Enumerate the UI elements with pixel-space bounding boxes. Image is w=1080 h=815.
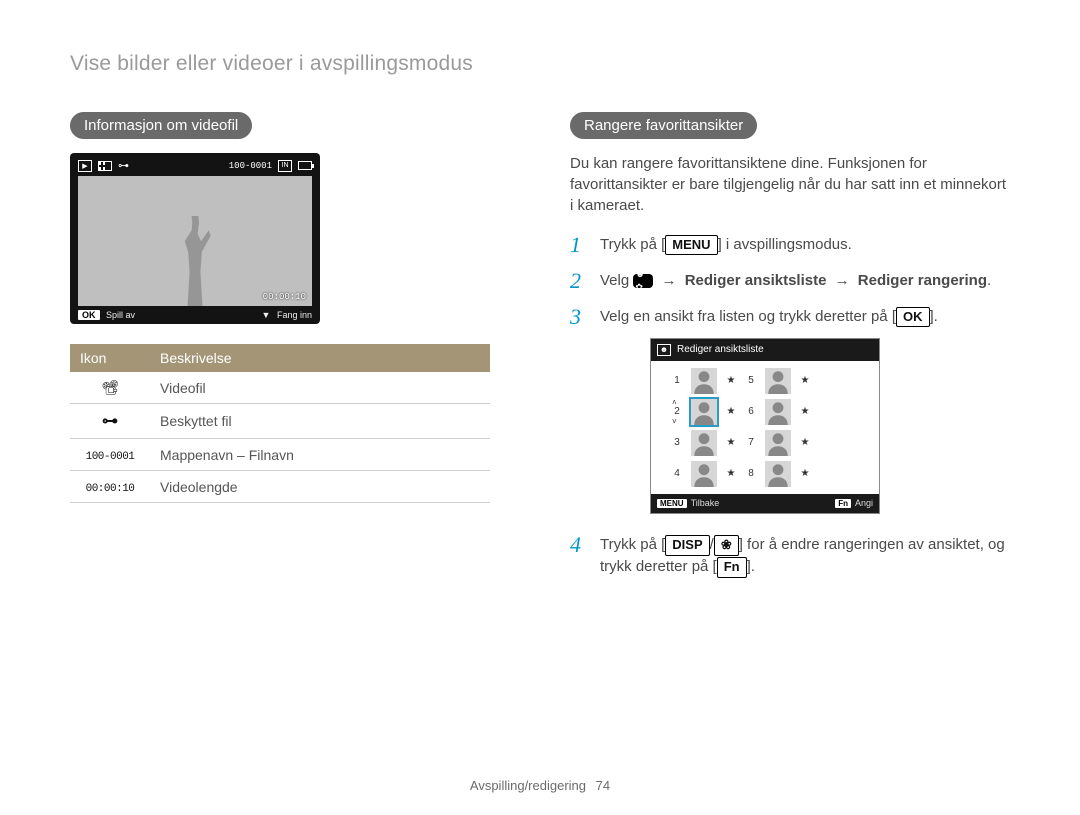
left-column: Informasjon om videofil ▶ 100-0001 IN 00… <box>70 112 510 592</box>
rank-number: 8 <box>743 467 759 482</box>
step1-pre: Trykk på [ <box>600 236 665 253</box>
table-row: 00:00:10Videolengde <box>70 471 490 503</box>
step4-pre: Trykk på [ <box>600 536 665 553</box>
face-thumbnail <box>765 461 791 487</box>
video-preview-area: 00:00:10 <box>78 176 312 306</box>
page-footer: Avspilling/redigering 74 <box>0 778 1080 793</box>
description-cell: Beskyttet fil <box>150 404 490 439</box>
ok-key-icon: OK <box>896 307 930 328</box>
col-header-icon: Ikon <box>70 344 150 372</box>
icon-cell <box>70 404 150 439</box>
step2-pre: Velg <box>600 272 633 289</box>
section-heading-video-info: Informasjon om videofil <box>70 112 252 139</box>
step-4: 4 Trykk på [DISP/❀] for å endre rangerin… <box>570 534 1010 578</box>
table-row: Beskyttet fil <box>70 404 490 439</box>
ok-key-label: OK <box>78 310 100 320</box>
step3-pre: Velg en ansikt fra listen og trykk deret… <box>600 308 896 325</box>
description-cell: Videofil <box>150 372 490 404</box>
set-label: Angi <box>855 498 873 508</box>
description-cell: Mappenavn – Filnavn <box>150 439 490 471</box>
face-thumbnail <box>765 368 791 394</box>
menu-path-edit-face-list: Rediger ansiktsliste <box>685 272 827 289</box>
step-number: 1 <box>570 234 590 256</box>
rank-number: 2 <box>669 405 685 420</box>
file-counter: 100-0001 <box>229 161 272 171</box>
intro-text: Du kan rangere favorittansiktene dine. F… <box>570 153 1010 216</box>
face-ranking-lcd: ☻ Rediger ansiktsliste 1★5★2★6★3★7★4★8★ … <box>650 338 880 515</box>
face-thumbnail <box>691 368 717 394</box>
video-lcd-mockup: ▶ 100-0001 IN 00:00:10 OK Spill av <box>70 153 320 324</box>
icon-cell: 100-0001 <box>70 439 150 471</box>
table-row: 100-0001Mappenavn – Filnavn <box>70 439 490 471</box>
step-3: 3 Velg en ansikt fra listen og trykk der… <box>570 306 1010 520</box>
rank-number: 5 <box>743 374 759 389</box>
footer-section: Avspilling/redigering <box>470 778 586 793</box>
step3-post: ]. <box>930 308 938 325</box>
face-thumbnail <box>691 430 717 456</box>
face-thumbnail <box>691 461 717 487</box>
video-timer: 00:00:10 <box>263 292 306 302</box>
macro-key-icon: ❀ <box>714 535 739 556</box>
face-thumbnail <box>765 430 791 456</box>
star-icon: ★ <box>725 374 737 389</box>
play-label: Spill av <box>106 310 135 320</box>
step4-post: ]. <box>747 558 755 575</box>
star-icon: ★ <box>725 467 737 482</box>
step-number: 3 <box>570 306 590 520</box>
star-icon: ★ <box>799 405 811 420</box>
star-icon: ★ <box>799 436 811 451</box>
video-file-icon <box>98 161 112 171</box>
face-settings-icon: ☻✿ <box>633 274 653 288</box>
arrow-icon: → <box>658 272 681 289</box>
star-icon: ★ <box>725 405 737 420</box>
page-number: 74 <box>596 778 610 793</box>
back-label: Tilbake <box>691 498 720 508</box>
star-icon: ★ <box>799 374 811 389</box>
right-column: Rangere favorittansikter Du kan rangere … <box>570 112 1010 592</box>
face-thumbnail <box>765 399 791 425</box>
arrow-icon: → <box>831 272 854 289</box>
step-2: 2 Velg ☻✿ → Rediger ansiktsliste → Redig… <box>570 270 1010 292</box>
rank-number: 1 <box>669 374 685 389</box>
icon-cell: 00:00:10 <box>70 471 150 503</box>
section-heading-rank-faces: Rangere favorittansikter <box>570 112 757 139</box>
step-number: 4 <box>570 534 590 578</box>
capture-label: Fang inn <box>277 310 312 320</box>
fn-key-label: Fn <box>835 499 851 508</box>
face-ranking-title: Rediger ansiktsliste <box>677 343 764 358</box>
rank-number: 3 <box>669 436 685 451</box>
face-list-icon: ☻ <box>657 344 671 356</box>
step-1: 1 Trykk på [MENU] i avspillingsmodus. <box>570 234 1010 256</box>
play-mode-icon: ▶ <box>78 160 92 172</box>
step1-post: ] i avspillingsmodus. <box>718 236 852 253</box>
star-icon: ★ <box>799 467 811 482</box>
col-header-description: Beskrivelse <box>150 344 490 372</box>
page-title: Vise bilder eller videoer i avspillingsm… <box>70 52 1010 76</box>
person-silhouette <box>178 216 212 306</box>
down-arrow-icon: ▼ <box>262 310 271 320</box>
icon-info-table: Ikon Beskrivelse VideofilBeskyttet fil10… <box>70 344 490 503</box>
memory-card-icon: IN <box>278 160 292 172</box>
fn-key-icon: Fn <box>717 557 747 578</box>
description-cell: Videolengde <box>150 471 490 503</box>
battery-icon <box>298 161 312 170</box>
star-icon: ★ <box>725 436 737 451</box>
protected-file-icon <box>118 159 129 172</box>
menu-path-edit-ranking: Rediger rangering <box>858 272 987 289</box>
rank-number: 7 <box>743 436 759 451</box>
step-number: 2 <box>570 270 590 292</box>
table-row: Videofil <box>70 372 490 404</box>
face-thumbnail <box>691 399 717 425</box>
rank-number: 6 <box>743 405 759 420</box>
menu-key-icon: MENU <box>665 235 717 256</box>
rank-number: 4 <box>669 467 685 482</box>
icon-cell <box>70 372 150 404</box>
menu-key-label: MENU <box>657 499 687 508</box>
disp-key-icon: DISP <box>665 535 709 556</box>
